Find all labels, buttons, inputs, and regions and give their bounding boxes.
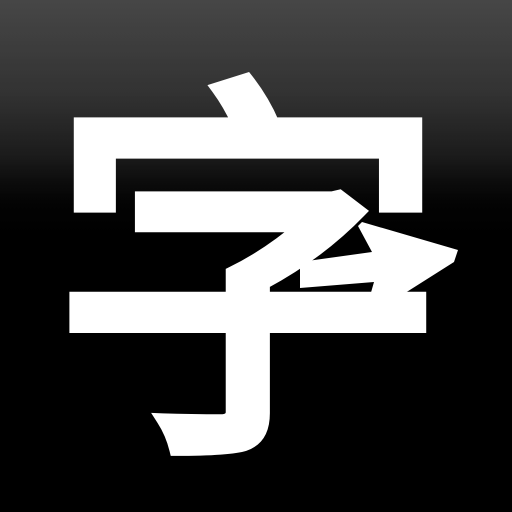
character-glyph: 字 — [48, 43, 448, 512]
glyph-canvas: 字 — [48, 43, 458, 512]
app-icon-tile[interactable]: 字 — [0, 0, 512, 512]
